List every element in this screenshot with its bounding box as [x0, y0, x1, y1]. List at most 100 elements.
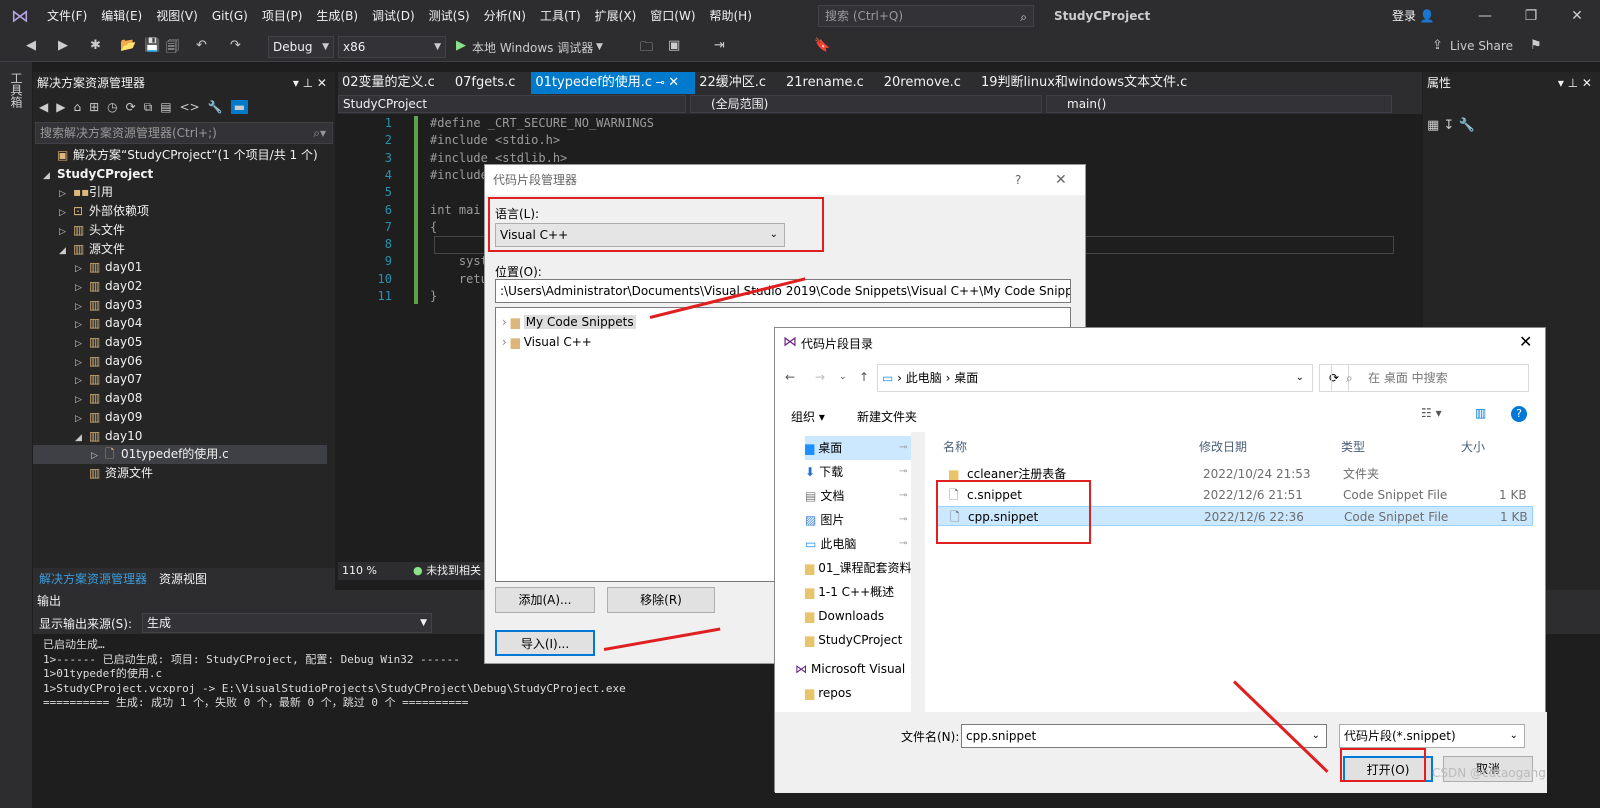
menu-item[interactable]: 窗口(W) — [643, 0, 702, 32]
menu-item[interactable]: 分析(N) — [477, 0, 533, 32]
editor-tab[interactable]: 07fgets.c — [451, 72, 532, 94]
nav-item[interactable]: ▆ 01_课程配套资料 — [805, 556, 912, 580]
menu-item[interactable]: 扩展(X) — [588, 0, 644, 32]
solution-search-input[interactable]: 搜索解决方案资源管理器(Ctrl+;) ⌕▾ — [35, 122, 333, 144]
menu-item[interactable]: 帮助(H) — [703, 0, 759, 32]
show-all-icon[interactable]: ▤ — [160, 100, 171, 114]
code-icon[interactable]: <> — [180, 100, 200, 114]
platform-select[interactable]: x86 ▼ — [338, 36, 446, 58]
tree-item[interactable]: ▥ 资源文件 — [33, 464, 327, 483]
home-icon[interactable]: ⌂ — [73, 100, 81, 114]
save-icon[interactable]: 💾 — [144, 38, 160, 53]
minimize-button[interactable]: — — [1462, 0, 1508, 32]
step-icon[interactable]: ⇥ — [714, 38, 725, 53]
pin-icon[interactable]: ⊸ — [652, 76, 668, 89]
help-icon[interactable]: ? — [1015, 165, 1021, 195]
tree-item[interactable]: ▷ ▥ day01 — [33, 258, 327, 277]
preview-icon[interactable]: ▬ — [230, 100, 249, 114]
live-share-button[interactable]: Live Share — [1450, 39, 1513, 53]
nav-scrollbar[interactable] — [911, 432, 925, 712]
column-type[interactable]: 类型 — [1341, 438, 1365, 455]
column-date[interactable]: 修改日期 — [1199, 438, 1247, 455]
bookmark-icon[interactable]: 🔖 — [814, 38, 830, 53]
nav-item[interactable]: ⬇ 下载 ⊸ — [805, 460, 907, 484]
menu-item[interactable]: Git(G) — [205, 0, 255, 32]
tree-item[interactable]: ▷ ▥ day02 — [33, 277, 327, 296]
config-select[interactable]: Debug ▼ — [268, 36, 334, 58]
tree-item[interactable]: ▷ ▥ day07 — [33, 370, 327, 389]
tree-item[interactable]: ◢ StudyCProject — [33, 165, 327, 184]
organize-menu[interactable]: 组织 ▾ — [791, 408, 825, 425]
tab-resource-view[interactable]: 资源视图 — [153, 568, 213, 590]
login-link[interactable]: 登录 👤 — [1392, 0, 1435, 32]
chevron-down-icon[interactable]: ▼ — [596, 42, 603, 52]
save-all-icon[interactable]: 🗐 — [166, 38, 179, 60]
menu-item[interactable]: 项目(P) — [255, 0, 310, 32]
preview-pane-icon[interactable]: ▥ — [1475, 406, 1486, 420]
wrench-icon[interactable]: 🔧 — [208, 100, 223, 114]
tree-item[interactable]: ▷ ▪▪引用 — [33, 183, 327, 202]
nav-item[interactable]: ▆ StudyCProject — [805, 628, 902, 652]
pin-icon[interactable]: ⊸ — [899, 436, 907, 460]
nav-project-select[interactable]: StudyCProject — [338, 95, 686, 113]
output-source-select[interactable]: 生成 ▼ — [142, 613, 433, 633]
new-item-icon[interactable]: ✱ — [90, 38, 101, 53]
pin-icon[interactable]: ⊸ — [899, 532, 907, 556]
column-name[interactable]: 名称 — [943, 438, 967, 455]
redo-icon[interactable]: ↷ — [230, 38, 241, 53]
history-icon[interactable]: ◷ — [107, 100, 117, 114]
nav-item[interactable]: ▨ 图片 ⊸ — [805, 508, 907, 532]
forward-icon[interactable]: ▶ — [56, 100, 65, 114]
nav-item[interactable]: ▭ 此电脑 ⊸ — [805, 532, 907, 556]
filter-select[interactable]: 代码片段(*.snippet) ⌄ — [1339, 724, 1525, 748]
tree-item[interactable]: ◢ ▥ day10 — [33, 427, 327, 446]
nav-item[interactable]: ▆ Downloads — [805, 604, 884, 628]
tree-item[interactable]: ▷ ▥ day09 — [33, 408, 327, 427]
close-icon[interactable]: ✕ — [1519, 332, 1532, 351]
property-pages-icon[interactable]: 🔧 — [1458, 118, 1474, 133]
menu-item[interactable]: 生成(B) — [309, 0, 365, 32]
tree-item[interactable]: ▷ ▥ day06 — [33, 352, 327, 371]
tree-item[interactable]: ▷ ▥ day05 — [33, 333, 327, 352]
menu-item[interactable]: 编辑(E) — [94, 0, 149, 32]
nav-item[interactable]: ⋈ Microsoft Visual — [795, 657, 905, 681]
tree-item[interactable]: ▷ ▥ day08 — [33, 389, 327, 408]
feedback-icon[interactable]: ⚑ — [1530, 38, 1542, 53]
menu-item[interactable]: 文件(F) — [40, 0, 94, 32]
sync-icon[interactable]: ⟳ — [126, 100, 136, 114]
editor-tab[interactable]: 20remove.c — [880, 72, 977, 94]
nav-scope-select[interactable]: (全局范围) — [690, 95, 1042, 113]
menu-item[interactable]: 视图(V) — [149, 0, 205, 32]
help-icon[interactable]: ? — [1511, 406, 1527, 422]
pin-icon[interactable]: ⊸ — [899, 508, 907, 532]
back-icon[interactable]: ◀ — [39, 100, 48, 114]
folder-icon[interactable]: 🗀 — [640, 38, 653, 60]
up-icon[interactable]: ↑ — [859, 370, 869, 384]
recent-icon[interactable]: ⌄ — [839, 372, 847, 382]
live-share-icon[interactable]: ⇪ — [1432, 38, 1443, 53]
editor-tab[interactable]: 02变量的定义.c — [338, 72, 451, 94]
close-button[interactable]: ✕ — [1554, 0, 1600, 32]
new-folder-button[interactable]: 新建文件夹 — [857, 408, 917, 425]
back-icon[interactable]: ← — [785, 370, 795, 384]
editor-tab[interactable]: 22缓冲区.c — [695, 72, 782, 94]
back-icon[interactable]: ◀ — [26, 38, 36, 53]
collapse-icon[interactable]: ⧉ — [144, 100, 153, 115]
tree-item[interactable]: ▷ ▥ day03 — [33, 296, 327, 315]
pin-icon[interactable]: ⊸ — [899, 460, 907, 484]
tree-item[interactable]: ▷ ▥ 头文件 — [33, 221, 327, 240]
toolbox-tab[interactable]: 工具箱 — [0, 62, 33, 118]
run-button[interactable]: 本地 Windows 调试器 — [472, 39, 593, 56]
search-input[interactable]: 搜索 (Ctrl+Q) ⌕ — [818, 5, 1034, 27]
tree-item[interactable]: ▷ ▥ day04 — [33, 314, 327, 333]
tree-item-visual-cpp[interactable]: › ▆ Visual C++ — [502, 332, 592, 352]
forward-icon[interactable]: ▶ — [58, 38, 68, 53]
nav-item[interactable]: ▆ repos — [805, 681, 852, 705]
pin-icon[interactable]: ⊸ — [899, 484, 907, 508]
address-bar[interactable]: ▭ › 此电脑 › 桌面 ⌄ — [877, 364, 1313, 392]
chevron-down-icon[interactable]: ⌄ — [1296, 365, 1304, 391]
view-icon[interactable]: ☷ ▾ — [1421, 406, 1442, 420]
editor-tab[interactable]: 19判断linux和windows文本文件.c — [977, 72, 1203, 94]
nav-item[interactable]: ▆ 1-1 C++概述 — [805, 580, 894, 604]
menu-item[interactable]: 调试(D) — [365, 0, 422, 32]
